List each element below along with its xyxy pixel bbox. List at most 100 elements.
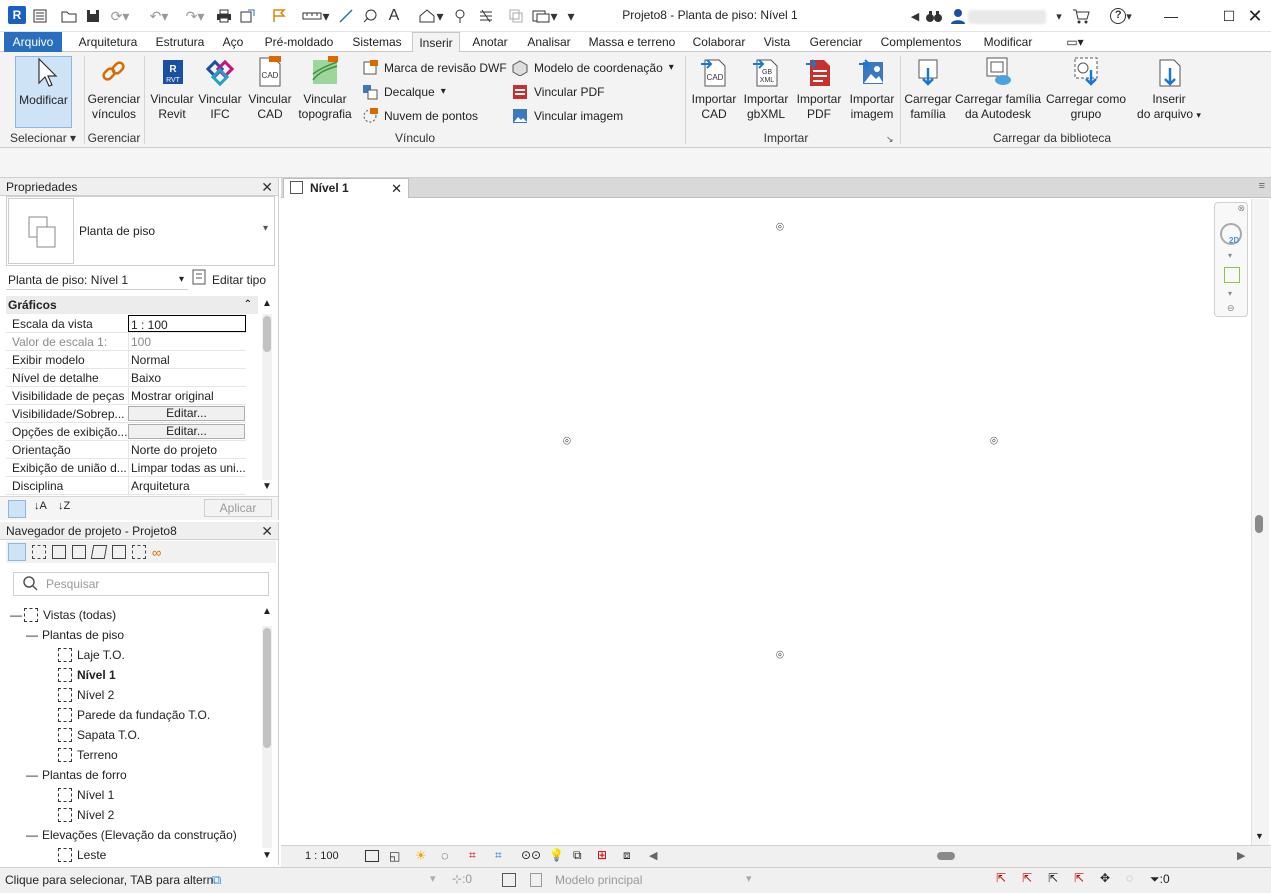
sheets-icon[interactable]	[72, 545, 86, 559]
aligned-dimension-icon[interactable]	[336, 6, 356, 26]
link-image-button[interactable]: Vincular imagem	[512, 106, 623, 126]
select-pinned-icon[interactable]: ⇱	[1048, 871, 1058, 885]
browser-scroll-down-icon[interactable]: ▼	[261, 850, 273, 861]
view-tabs-menu-icon[interactable]: ≡	[1259, 180, 1265, 192]
measure-icon[interactable]: ▾	[298, 6, 334, 26]
recent-files-icon[interactable]	[32, 6, 48, 26]
tree-item-leste[interactable]: Leste	[58, 845, 106, 865]
user-dropdown-icon[interactable]: ▾	[1052, 6, 1066, 26]
tag-icon[interactable]	[360, 6, 380, 26]
zoom-region-icon[interactable]	[1224, 267, 1240, 283]
tree-item-terreno[interactable]: Terreno	[58, 745, 118, 765]
collapse-group-icon[interactable]: ⌃	[244, 296, 252, 314]
shadows-icon[interactable]: ◌	[441, 848, 449, 863]
filter-icon[interactable]: ⏷:0	[1150, 872, 1170, 887]
edit-type-button[interactable]: Editar tipo	[192, 269, 266, 290]
display-options-edit-button[interactable]: Editar...	[128, 424, 245, 439]
import-cad-button[interactable]: CAD Importar CAD	[688, 56, 740, 122]
export-icon[interactable]	[238, 6, 258, 26]
elevation-marker-east-icon[interactable]: ⌾	[990, 433, 998, 449]
temporary-view-properties-icon[interactable]: ⧉	[573, 848, 582, 863]
show-crop-region-icon[interactable]: ⌗	[495, 848, 502, 863]
undo-icon[interactable]: ↶▾	[144, 6, 174, 26]
coordination-model-dropdown-icon[interactable]: ▾	[669, 58, 674, 78]
legends-icon[interactable]	[132, 545, 146, 559]
tree-item-forro-nivel-2[interactable]: Nível 2	[58, 805, 114, 825]
sort-by-group-icon[interactable]	[8, 500, 26, 518]
view-scale-label[interactable]: 1 : 100	[305, 850, 339, 862]
visibility-edit-button[interactable]: Editar...	[128, 406, 245, 421]
view-horizontal-thumb[interactable]	[937, 852, 955, 860]
coordination-model-button[interactable]: Modelo de coordenação ▾	[512, 58, 674, 78]
load-as-group-button[interactable]: Carregar como grupo	[1044, 56, 1128, 122]
families-icon[interactable]	[90, 545, 108, 559]
tree-item-nivel-1[interactable]: Nível 1	[58, 665, 116, 685]
tree-item-sapata-to[interactable]: Sapata T.O.	[58, 725, 140, 745]
prop-value[interactable]: Normal	[128, 351, 246, 369]
manage-links-button[interactable]: Gerenciar vínculos	[86, 56, 142, 122]
import-settings-launcher-icon[interactable]: ↘	[886, 134, 894, 145]
view-tab-close-icon[interactable]: ✕	[391, 179, 402, 198]
analytical-model-icon[interactable]: ⊞	[597, 848, 607, 862]
drawing-canvas[interactable]: ⌾ ⌾ ⌾ ⌾ ⊗ 2D ▾ ▾ ⊖	[281, 199, 1250, 845]
view-vertical-thumb[interactable]	[1255, 515, 1263, 533]
tree-item-forro-nivel-1[interactable]: Nível 1	[58, 785, 114, 805]
tab-analisar[interactable]: Analisar	[522, 32, 576, 52]
views-icon[interactable]	[32, 545, 46, 559]
main-model-label[interactable]: Modelo principal	[555, 873, 642, 887]
navbar-options-icon[interactable]: ⊖	[1227, 303, 1235, 314]
drag-elements-icon[interactable]: ✥	[1100, 871, 1110, 885]
sync-icon[interactable]: ⟳▾	[108, 6, 132, 26]
redo-icon[interactable]: ↷▾	[180, 6, 210, 26]
tab-arquitetura[interactable]: Arquitetura	[70, 32, 146, 52]
import-image-button[interactable]: Importar imagem	[846, 56, 898, 122]
hscroll-right-icon[interactable]: ▶	[1237, 849, 1245, 862]
prop-row-detail-level[interactable]: Nível de detalhe Baixo	[6, 369, 246, 387]
collapse-icon[interactable]: —	[26, 825, 42, 845]
collapse-icon[interactable]: —	[26, 625, 42, 645]
load-autodesk-family-button[interactable]: Carregar família da Autodesk	[954, 56, 1042, 122]
user-name[interactable]	[968, 10, 1046, 24]
close-window-button[interactable]: ✕	[1240, 4, 1270, 28]
tree-item-plantas-de-forro[interactable]: — Plantas de forro	[26, 765, 127, 785]
groups-icon[interactable]	[112, 545, 126, 559]
select-links-icon[interactable]: ⇱	[996, 871, 1006, 885]
prop-value[interactable]: Baixo	[128, 369, 246, 387]
background-process-icon[interactable]: ◌	[1126, 871, 1133, 885]
minimize-button[interactable]: —	[1156, 4, 1186, 28]
elevation-marker-west-icon[interactable]: ⌾	[563, 433, 571, 449]
elevation-marker-south-icon[interactable]: ⌾	[776, 647, 784, 663]
prop-value[interactable]: Arquitetura	[128, 477, 246, 495]
view-vertical-scrollbar[interactable]: ▼	[1251, 199, 1269, 845]
browser-search-input[interactable]: Pesquisar	[13, 572, 269, 596]
select-panel-dropdown[interactable]: Selecionar ▾	[4, 131, 82, 145]
tab-sistemas[interactable]: Sistemas	[348, 32, 406, 52]
link-topography-button[interactable]: Vincular topografia	[296, 56, 354, 122]
tab-vista[interactable]: Vista	[758, 32, 796, 52]
tree-item-plantas-de-piso[interactable]: — Plantas de piso	[26, 625, 124, 645]
tree-item-nivel-2[interactable]: Nível 2	[58, 685, 114, 705]
browser-scroll-thumb[interactable]	[263, 628, 271, 748]
properties-scroll-thumb[interactable]	[263, 316, 271, 352]
select-by-face-icon[interactable]: ⇱	[1074, 871, 1084, 885]
visual-style-icon[interactable]: ◱	[389, 849, 400, 863]
decal-dropdown-icon[interactable]: ▾	[441, 82, 446, 102]
help-icon[interactable]: ? ▾	[1104, 6, 1138, 26]
modify-button[interactable]: Modificar	[15, 56, 72, 128]
insert-from-file-dropdown-icon[interactable]: ▾	[1196, 110, 1201, 120]
tab-modificar[interactable]: Modificar	[976, 32, 1040, 52]
prop-row-display-model[interactable]: Exibir modelo Normal	[6, 351, 246, 369]
link-revit-button[interactable]: R RVT Vincular Revit	[148, 56, 196, 122]
section-icon[interactable]	[450, 6, 470, 26]
switch-windows-icon[interactable]: ▾	[530, 6, 560, 26]
graphics-group-header[interactable]: Gráficos ⌃	[6, 296, 258, 314]
tab-aco[interactable]: Aço	[216, 32, 250, 52]
prop-row-wall-join-display[interactable]: Exibição de união d... Limpar todas as un…	[6, 459, 246, 477]
detail-level-icon[interactable]	[365, 850, 379, 862]
sun-path-icon[interactable]: ☀	[415, 848, 427, 864]
tab-arquivo[interactable]: Arquivo	[4, 32, 62, 52]
collapse-icon[interactable]: —	[26, 765, 42, 785]
temporary-hide-icon[interactable]: ⊙⊙	[521, 848, 541, 862]
tab-inserir[interactable]: Inserir	[412, 32, 460, 53]
view-scroll-down-icon[interactable]: ▼	[1255, 831, 1264, 841]
